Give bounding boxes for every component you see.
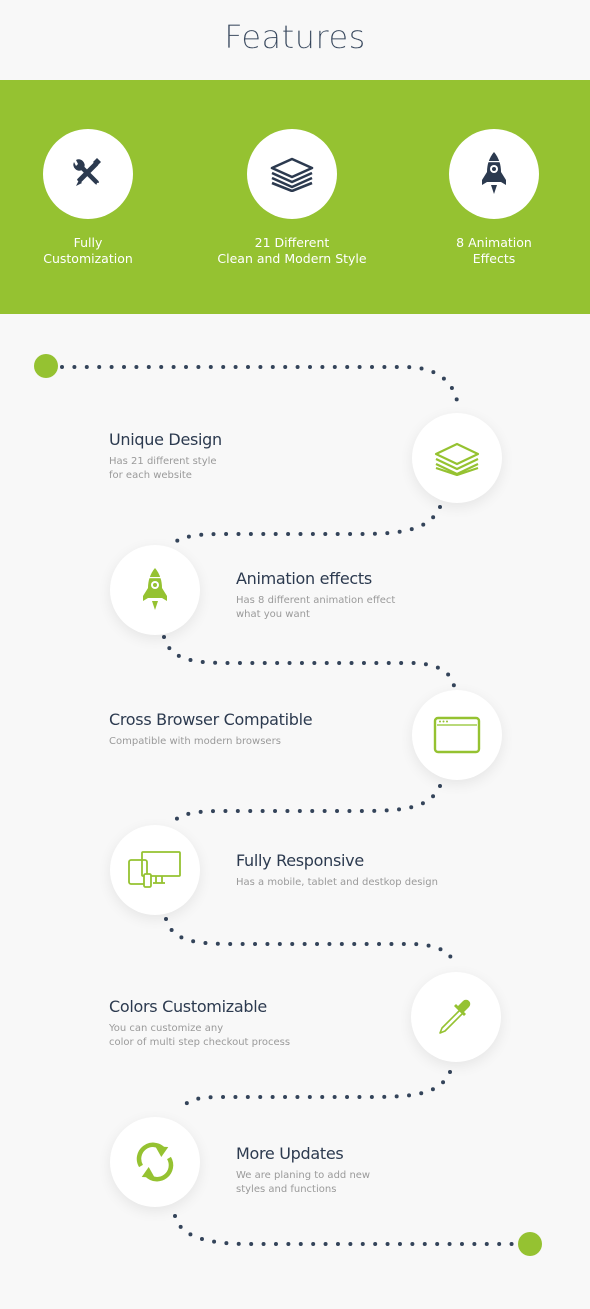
feature-node-colors <box>411 972 501 1062</box>
devices-icon <box>128 851 181 888</box>
feature-animation-effects: Animation effects Has 8 different animat… <box>236 569 395 622</box>
feature-description-line: Has a mobile, tablet and destkop design <box>236 877 438 888</box>
highlight-label-line: Customization <box>43 251 133 266</box>
layers-icon <box>434 442 480 476</box>
feature-cross-browser: Cross Browser Compatible Compatible with… <box>109 710 313 749</box>
feature-title: More Updates <box>236 1144 344 1163</box>
path-start-dot <box>34 354 58 378</box>
highlight-label: 21 Different Clean and Modern Style <box>192 235 392 267</box>
feature-node-animation-effects <box>110 545 200 635</box>
feature-title: Cross Browser Compatible <box>109 710 313 729</box>
feature-node-more-updates <box>110 1117 200 1207</box>
feature-description: We are planing to add new styles and fun… <box>236 1169 370 1197</box>
feature-description-line: what you want <box>236 609 310 620</box>
tools-icon <box>73 158 101 186</box>
path-segment <box>173 1214 514 1246</box>
feature-more-updates: More Updates We are planing to add new s… <box>236 1144 370 1197</box>
highlight-circle <box>43 129 133 219</box>
highlight-animation: 8 Animation Effects <box>394 129 590 267</box>
path-segment <box>181 1070 452 1110</box>
feature-node-unique-design <box>412 413 502 503</box>
feature-unique-design: Unique Design Has 21 different style for… <box>109 430 222 483</box>
feature-description-line: color of multi step checkout process <box>109 1037 291 1048</box>
path-segment <box>60 365 460 408</box>
highlight-label: 8 Animation Effects <box>394 235 590 267</box>
feature-colors-customizable: Colors Customizable You can customize an… <box>109 997 290 1050</box>
feature-description-line: Has 8 different animation effect <box>236 595 396 606</box>
feature-description: Compatible with modern browsers <box>109 735 312 749</box>
feature-description: Has a mobile, tablet and destkop design <box>236 876 438 890</box>
eyedropper-icon <box>439 999 471 1034</box>
highlight-label-line: Clean and Modern Style <box>217 251 367 266</box>
feature-node-fully-responsive <box>110 825 200 915</box>
feature-title: Animation effects <box>236 569 372 588</box>
path-end-dot <box>518 1232 542 1256</box>
path-segment <box>162 635 456 688</box>
feature-description-line: Has 21 different style <box>109 456 217 467</box>
highlight-label: Fully Customization <box>0 235 188 267</box>
feature-description-line: We are planing to add new <box>236 1170 371 1181</box>
feature-title: Fully Responsive <box>236 851 364 870</box>
highlight-label-line: 8 Animation <box>456 235 532 250</box>
highlights-band: Fully Customization 21 Different Clean a… <box>0 80 590 314</box>
highlight-circle <box>449 129 539 219</box>
feature-description: Has 8 different animation effect what yo… <box>236 594 395 622</box>
highlight-circle <box>247 129 337 219</box>
feature-description-line: You can customize any <box>109 1023 224 1034</box>
path-segment <box>164 917 456 966</box>
layers-icon <box>270 157 314 192</box>
highlight-styles: 21 Different Clean and Modern Style <box>192 129 392 267</box>
feature-fully-responsive: Fully Responsive Has a mobile, tablet an… <box>236 851 438 890</box>
feature-title: Colors Customizable <box>109 997 267 1016</box>
highlight-label-line: Fully <box>73 235 103 250</box>
page-title: Features <box>224 18 366 56</box>
feature-description-line: Compatible with modern browsers <box>109 736 281 747</box>
rocket-icon <box>482 152 506 194</box>
feature-title: Unique Design <box>109 430 222 449</box>
path-segment <box>172 505 442 546</box>
highlight-label-line: 21 Different <box>254 235 330 250</box>
feature-node-cross-browser <box>412 690 502 780</box>
highlight-customization: Fully Customization <box>0 129 188 267</box>
feature-description: Has 21 different style for each website <box>109 455 222 483</box>
feature-description-line: styles and functions <box>236 1184 337 1195</box>
path-segment <box>172 784 442 824</box>
rocket-icon <box>143 568 167 610</box>
refresh-icon <box>136 1142 174 1182</box>
feature-description-line: for each website <box>109 470 192 481</box>
feature-description: You can customize any color of multi ste… <box>109 1022 290 1050</box>
highlight-label-line: Effects <box>472 251 516 266</box>
browser-window-icon <box>433 716 481 754</box>
